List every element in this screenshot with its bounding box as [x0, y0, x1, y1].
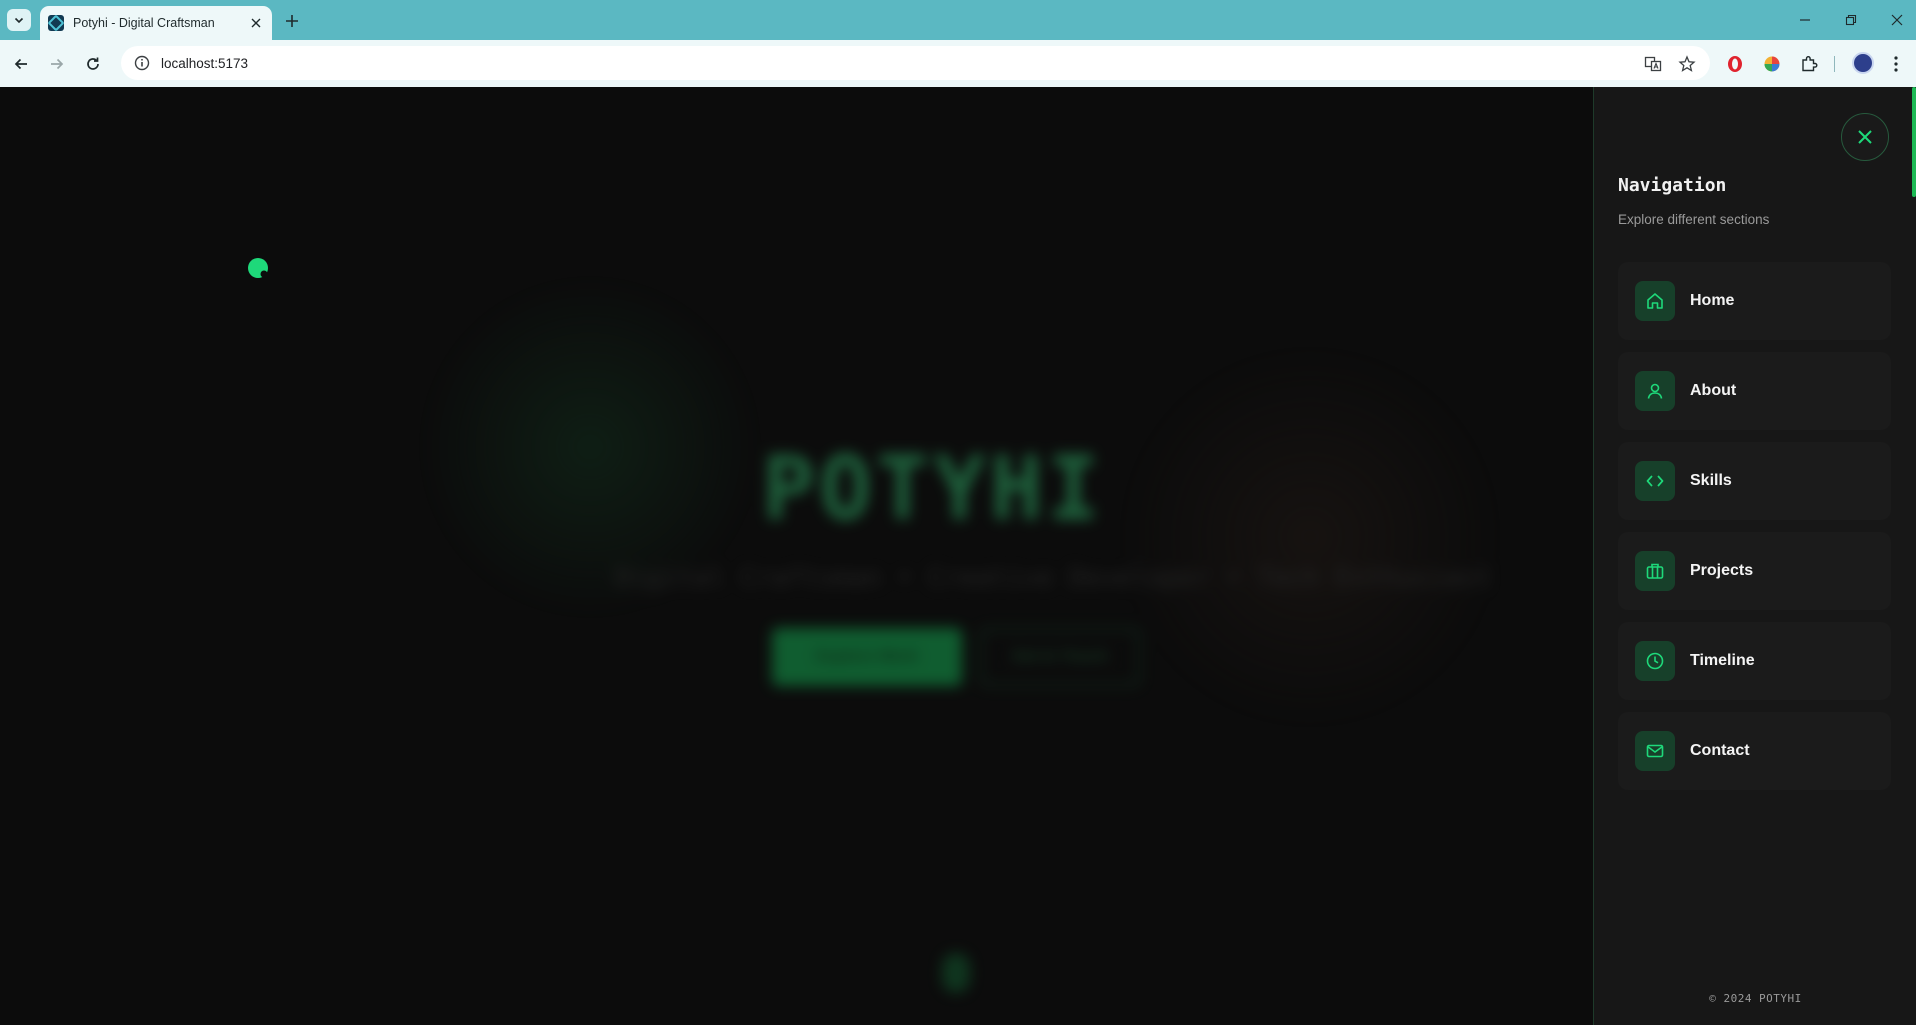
nav-item-contact[interactable]: Contact [1618, 712, 1891, 790]
translate-icon[interactable] [1642, 53, 1664, 75]
nav-item-label: Home [1690, 292, 1735, 309]
reload-icon [87, 57, 99, 70]
custom-cursor-icon [248, 258, 268, 278]
toolbar-separator [1834, 56, 1835, 72]
mail-icon [1635, 731, 1675, 771]
page-scrollbar-thumb[interactable] [1912, 87, 1916, 197]
profile-avatar[interactable] [1852, 52, 1874, 74]
tab-search-button[interactable] [7, 9, 31, 31]
nav-item-projects[interactable]: Projects [1618, 532, 1891, 610]
arrow-right-icon [51, 58, 64, 70]
site-info-icon[interactable] [125, 55, 159, 71]
clock-icon [1635, 641, 1675, 681]
nav-item-label: Timeline [1690, 652, 1755, 669]
site-favicon-icon [48, 15, 64, 31]
back-button[interactable] [8, 51, 34, 77]
close-icon [251, 18, 261, 28]
hero-background-glow [1120, 347, 1500, 727]
new-tab-button[interactable] [281, 10, 303, 32]
explore-work-button: Explore Work [772, 628, 962, 686]
forward-button[interactable] [44, 51, 70, 77]
user-icon [1635, 371, 1675, 411]
address-url: localhost:5173 [161, 55, 249, 71]
drawer-subtitle: Explore different sections [1618, 212, 1770, 227]
reload-button[interactable] [80, 51, 106, 77]
color-picker-extension-icon[interactable] [1760, 52, 1784, 76]
minimize-icon [1800, 19, 1810, 21]
home-icon [1635, 281, 1675, 321]
tab-title: Potyhi - Digital Craftsman [73, 16, 215, 30]
extensions-puzzle-icon[interactable] [1797, 52, 1821, 76]
get-in-touch-button: Get In Touch [980, 628, 1140, 686]
tab-close-button[interactable] [248, 15, 264, 31]
nav-item-about[interactable]: About [1618, 352, 1891, 430]
nav-item-label: Contact [1690, 742, 1750, 759]
address-bar[interactable]: localhost:5173 [121, 46, 1710, 80]
hero-section-blurred: POTYHI Digital Craftsman • Creative Deve… [0, 87, 1593, 1025]
drawer-close-button[interactable] [1841, 113, 1889, 161]
kebab-menu-icon [1894, 56, 1898, 72]
nav-item-home[interactable]: Home [1618, 262, 1891, 340]
browser-tab-strip: Potyhi - Digital Craftsman [0, 0, 1916, 40]
hero-subtitle: Digital Craftsman • Creative Developer •… [615, 563, 1492, 593]
minimize-button[interactable] [1792, 8, 1818, 32]
nav-item-label: Skills [1690, 472, 1732, 489]
scroll-indicator [942, 953, 970, 993]
restore-icon [1845, 14, 1857, 26]
nav-item-label: About [1690, 382, 1737, 399]
browser-toolbar: localhost:5173 [0, 40, 1916, 87]
navigation-drawer: Navigation Explore different sections Ho… [1593, 87, 1916, 1025]
browser-menu-button[interactable] [1884, 52, 1908, 76]
hero-title: POTYHI [762, 437, 1104, 540]
opera-extension-icon[interactable] [1723, 52, 1747, 76]
bookmark-star-icon[interactable] [1676, 53, 1698, 75]
drawer-footer-copyright: © 2024 POTYHI [1709, 992, 1802, 1005]
nav-item-skills[interactable]: Skills [1618, 442, 1891, 520]
drawer-title: Navigation [1618, 175, 1727, 196]
close-icon [1858, 130, 1872, 144]
plus-icon [286, 15, 298, 27]
code-icon [1635, 461, 1675, 501]
browser-tab[interactable]: Potyhi - Digital Craftsman [40, 6, 272, 40]
close-icon [1891, 14, 1903, 26]
restore-button[interactable] [1838, 8, 1864, 32]
page-viewport: POTYHI Digital Craftsman • Creative Deve… [0, 87, 1916, 1025]
briefcase-icon [1635, 551, 1675, 591]
chevron-down-icon [14, 17, 24, 24]
arrow-left-icon [14, 58, 27, 70]
nav-item-label: Projects [1690, 562, 1754, 579]
window-close-button[interactable] [1884, 8, 1910, 32]
drawer-menu: Home About Skills Projects Timeline Cont… [1618, 262, 1891, 802]
nav-item-timeline[interactable]: Timeline [1618, 622, 1891, 700]
